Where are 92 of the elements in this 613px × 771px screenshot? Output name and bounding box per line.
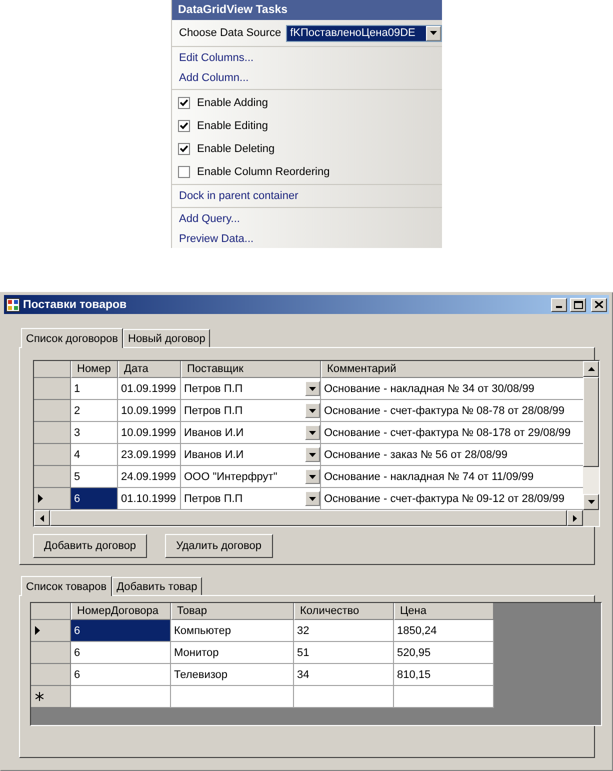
panel-title: DataGridView Tasks <box>172 0 442 20</box>
table-cell: 32 <box>294 620 394 642</box>
maximize-button[interactable] <box>570 298 586 312</box>
checkbox[interactable] <box>178 166 190 178</box>
table-cell: Иванов И.И <box>181 444 321 466</box>
table-cell: 6 <box>71 664 171 686</box>
task-link[interactable]: Edit Columns... <box>172 48 254 68</box>
table-cell: 810,15 <box>394 664 494 686</box>
action-button[interactable]: Добавить договор <box>33 534 148 558</box>
task-link[interactable]: Dock in parent container <box>172 186 298 206</box>
table-cell: 6 <box>71 488 118 510</box>
tab[interactable]: Новый договор <box>123 329 210 347</box>
table-cell: 24.09.1999 <box>118 466 181 488</box>
table-cell: 6 <box>71 620 171 642</box>
task-link[interactable]: Preview Data... <box>172 229 254 249</box>
table-cell: Монитор <box>171 642 294 664</box>
column-header[interactable]: Дата <box>118 361 181 378</box>
close-button[interactable] <box>591 298 607 312</box>
dropdown-arrow-icon <box>309 474 316 478</box>
task-link[interactable]: Add Query... <box>172 209 240 229</box>
cell-dropdown-button[interactable] <box>305 491 320 506</box>
table-cell: 4 <box>71 444 118 466</box>
table-cell: 51 <box>294 642 394 664</box>
window-title: Поставки товаров <box>23 298 128 310</box>
vertical-scrollbar[interactable] <box>583 361 599 526</box>
dropdown-arrow-icon <box>430 31 437 35</box>
right-arrow-icon <box>573 514 577 522</box>
table-cell: 1 <box>71 378 118 400</box>
table-cell: Иванов И.И <box>181 422 321 444</box>
table-cell: 10.09.1999 <box>118 422 181 444</box>
column-header[interactable]: НомерДоговора <box>71 603 171 620</box>
scrollbar-corner <box>583 510 599 526</box>
tab[interactable]: Добавить товар <box>112 577 202 595</box>
table-cell: 34 <box>294 664 394 686</box>
tab[interactable]: Список договоров <box>21 328 123 348</box>
checkbox[interactable] <box>178 120 190 132</box>
table-cell: Петров П.П <box>181 378 321 400</box>
checkbox-label: Enable Column Reordering <box>197 166 330 178</box>
table-cell: 1850,24 <box>394 620 494 642</box>
checkbox-label: Enable Adding <box>197 96 268 108</box>
column-header[interactable]: Количество <box>294 603 394 620</box>
down-arrow-icon <box>588 500 594 504</box>
cell-dropdown-button[interactable] <box>305 469 320 484</box>
table-cell: 6 <box>71 642 171 664</box>
row-header[interactable] <box>34 488 71 510</box>
field-label: Choose Data Source <box>179 27 282 39</box>
cell-dropdown-button[interactable] <box>305 381 320 396</box>
up-arrow-icon <box>588 367 594 371</box>
column-header[interactable]: Поставщик <box>181 361 321 378</box>
dropdown-arrow-icon <box>309 430 316 434</box>
dropdown-arrow-icon <box>309 496 316 500</box>
table-cell: 01.10.1999 <box>118 488 181 510</box>
table-cell: Компьютер <box>171 620 294 642</box>
table-cell: Петров П.П <box>181 488 321 510</box>
row-pointer-icon <box>35 626 40 635</box>
data-source-dropdown[interactable]: fKПоставленоЦена09DE <box>286 24 442 42</box>
cell-dropdown-button[interactable] <box>305 447 320 462</box>
app-icon <box>6 298 20 312</box>
table-cell: 3 <box>71 422 118 444</box>
table-cell: 520,95 <box>394 642 494 664</box>
table-cell: ООО "Интерфрут" <box>181 466 321 488</box>
checkbox[interactable] <box>178 96 190 108</box>
left-arrow-icon <box>40 514 44 522</box>
column-header[interactable]: Товар <box>171 603 294 620</box>
table-cell: 23.09.1999 <box>118 444 181 466</box>
cell-dropdown-button[interactable] <box>305 425 320 440</box>
close-icon <box>595 301 603 308</box>
checkbox-label: Enable Editing <box>197 120 268 132</box>
row-header[interactable] <box>31 686 71 708</box>
row-pointer-icon <box>38 494 43 503</box>
table-cell: 5 <box>71 466 118 488</box>
dropdown-arrow-icon <box>309 408 316 412</box>
table-cell: 2 <box>71 400 118 422</box>
table-cell: Петров П.П <box>181 400 321 422</box>
tab[interactable]: Список товаров <box>21 576 112 596</box>
row-header[interactable] <box>31 620 71 642</box>
cell-dropdown-button[interactable] <box>305 403 320 418</box>
new-row-icon <box>35 692 44 701</box>
column-header[interactable]: Номер <box>71 361 118 378</box>
dropdown-arrow-icon <box>309 386 316 390</box>
checkbox-label: Enable Deleting <box>197 142 275 154</box>
horizontal-scrollbar[interactable] <box>34 510 583 526</box>
table-cell: Телевизор <box>171 664 294 686</box>
table-cell: 01.09.1999 <box>118 378 181 400</box>
minimize-button[interactable] <box>551 298 567 312</box>
dropdown-arrow-icon <box>309 452 316 456</box>
action-button[interactable]: Удалить договор <box>165 534 272 558</box>
maximize-icon <box>574 300 582 308</box>
column-header[interactable]: Цена <box>394 603 494 620</box>
table-cell: 10.09.1999 <box>118 400 181 422</box>
task-link[interactable]: Add Column... <box>172 68 249 88</box>
checkbox[interactable] <box>178 142 190 154</box>
